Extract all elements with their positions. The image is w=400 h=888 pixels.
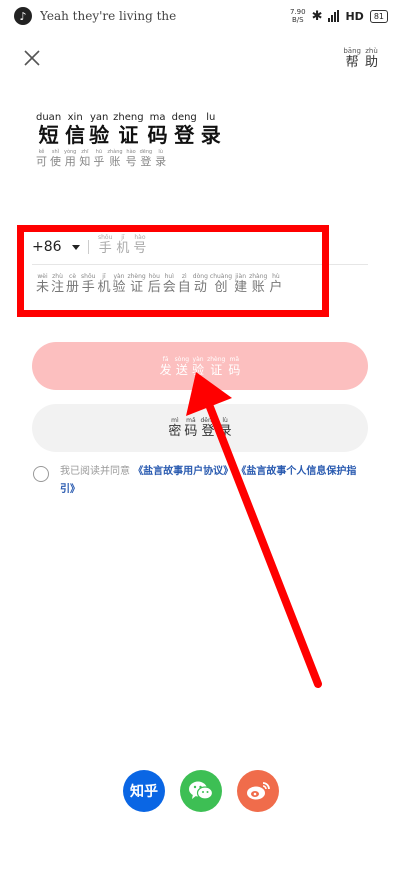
- ruby-char: lu 录: [201, 112, 221, 146]
- ruby-char: xin 信: [65, 112, 85, 146]
- ruby-char: kě 可: [36, 149, 47, 168]
- network-speed-unit: B/S: [291, 16, 304, 24]
- password-login-button[interactable]: mì 密 mǎ 码 dēng 登 lù 录: [32, 404, 368, 452]
- pinyin: sòng: [174, 355, 190, 363]
- hanzi: 知: [79, 155, 91, 168]
- hanzi: 助: [364, 55, 378, 70]
- user-agreement-link[interactable]: 《盐言故事用户协议》: [133, 466, 233, 477]
- pinyin: mì: [171, 417, 179, 424]
- pinyin: fā: [162, 355, 169, 363]
- hanzi: 使: [50, 155, 61, 168]
- hanzi: 录: [218, 424, 232, 439]
- ruby-char: yàn 验: [192, 356, 204, 377]
- hanzi: 码: [147, 123, 168, 147]
- signal-icon: [328, 10, 340, 22]
- ruby-char: zhàng 账: [107, 149, 122, 168]
- agreement-prefix: 我已阅读并同意: [60, 466, 130, 477]
- hanzi: 密: [168, 424, 182, 439]
- hanzi: 登: [174, 123, 195, 147]
- network-type: HD: [345, 9, 364, 23]
- help-button[interactable]: bāng 帮 zhù 助: [343, 47, 378, 70]
- weibo-login-button[interactable]: [237, 770, 279, 812]
- ruby-char: deng 登: [172, 112, 197, 146]
- hanzi: 帮: [345, 55, 359, 70]
- ruby-char: mì 密: [168, 417, 181, 439]
- song-title: Yeah they're living the good: [40, 9, 180, 23]
- ruby-char: mǎ 码: [228, 356, 240, 377]
- status-bar: ♪ Yeah they're living the good 7.90 B/S …: [0, 0, 400, 34]
- hanzi: 信: [65, 123, 86, 147]
- pinyin: mǎ: [229, 355, 240, 363]
- ruby-char: zhù 助: [365, 47, 378, 70]
- agreement-text: 我已阅读并同意 《盐言故事用户协议》 《盐言故事个人信息保护指引》: [60, 463, 370, 499]
- ruby-char: mǎ 码: [184, 417, 197, 439]
- ruby-char: lù 录: [155, 149, 166, 168]
- ruby-char: duan 短: [36, 112, 61, 146]
- hanzi: 用: [64, 155, 76, 168]
- hanzi: 证: [118, 123, 139, 147]
- pinyin: bāng: [343, 47, 361, 55]
- hanzi: 账: [109, 155, 121, 168]
- wechat-login-button[interactable]: [180, 770, 222, 812]
- ruby-char: bāng 帮: [343, 47, 361, 70]
- bluetooth-icon: ✱: [311, 8, 323, 24]
- battery-indicator: 81: [369, 9, 388, 23]
- send-code-button[interactable]: fā 发 sòng 送 yàn 验 zhèng 证 mǎ 码: [32, 342, 368, 390]
- ruby-char: zhèng 证: [207, 356, 225, 377]
- ruby-char: shǐ 使: [50, 149, 61, 168]
- ruby-char: zhī 知: [79, 149, 90, 168]
- hanzi: 录: [155, 155, 167, 168]
- ruby-char: lù 录: [219, 417, 232, 439]
- pinyin: yàn: [192, 355, 204, 363]
- hanzi: 乎: [93, 155, 105, 168]
- ruby-char: dēng 登: [200, 417, 215, 439]
- highlight-annotation-box: [17, 225, 329, 317]
- ruby-char: yòng 用: [64, 149, 76, 168]
- network-speed: 7.90 B/S: [290, 8, 306, 24]
- hanzi: 验: [89, 123, 110, 147]
- ruby-char: zheng 证: [113, 112, 143, 146]
- wechat-icon: [189, 781, 214, 800]
- close-icon[interactable]: [20, 46, 44, 70]
- now-playing: ♪ Yeah they're living the good: [14, 7, 180, 25]
- ruby-char: sòng 送: [175, 356, 189, 377]
- music-app-icon: ♪: [14, 7, 32, 25]
- page-title: duan 短 xin 信 yan 验 zheng 证 ma 码 deng 登 lu 录: [36, 112, 221, 146]
- ruby-char: dēng 登: [140, 149, 153, 168]
- hanzi: 码: [228, 362, 241, 377]
- ruby-char: hū 乎: [93, 149, 104, 168]
- ruby-char: fā 发: [160, 356, 172, 377]
- page-subtitle: kě 可 shǐ 使 yòng 用 zhī 知 hū 乎 zhàng 账 hào 号 dēng 登 lù 录: [36, 149, 166, 168]
- hanzi: 可: [36, 155, 47, 168]
- pinyin: lù: [222, 417, 228, 424]
- pinyin: mǎ: [186, 417, 196, 424]
- ruby-char: ma 码: [148, 112, 168, 146]
- pinyin: zhù: [365, 47, 378, 55]
- zhihu-login-button[interactable]: 知乎: [123, 770, 165, 812]
- hanzi: 登: [140, 155, 152, 168]
- hanzi: 号: [125, 155, 137, 168]
- hanzi: 送: [175, 362, 188, 377]
- hanzi: 录: [200, 123, 221, 147]
- pinyin: zhèng: [207, 355, 226, 363]
- network-speed-value: 7.90: [289, 8, 306, 16]
- hanzi: 验: [192, 362, 205, 377]
- hanzi: 短: [38, 123, 59, 147]
- pinyin: dēng: [200, 417, 216, 424]
- ruby-char: hào 号: [126, 149, 137, 168]
- hanzi: 发: [159, 362, 172, 377]
- agreement-checkbox[interactable]: [33, 466, 49, 482]
- hanzi: 证: [210, 362, 223, 377]
- status-indicators: 7.90 B/S ✱ HD 81: [290, 8, 388, 24]
- hanzi: 登: [201, 424, 215, 439]
- weibo-icon: [247, 782, 270, 800]
- social-login-row: 知乎: [0, 770, 400, 814]
- hanzi: 码: [184, 424, 198, 439]
- ruby-char: yan 验: [89, 112, 109, 146]
